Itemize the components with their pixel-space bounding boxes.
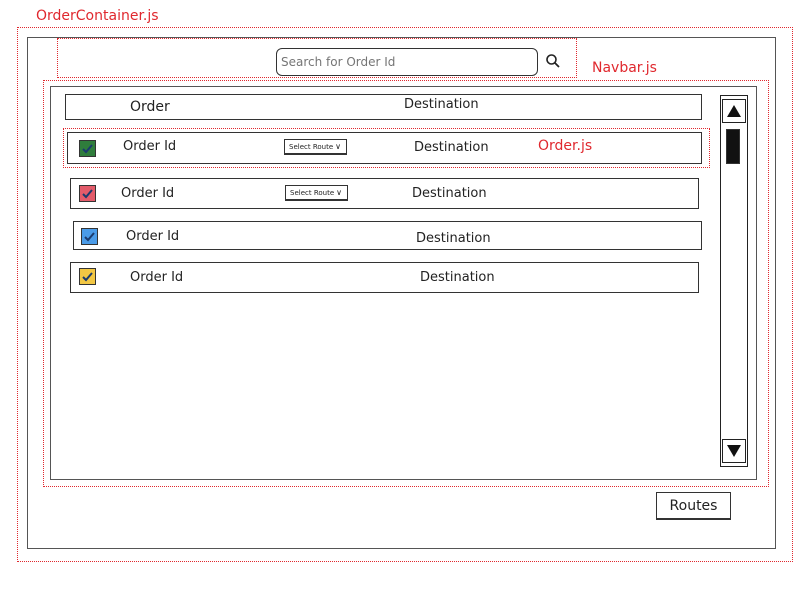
route-select[interactable]: Select Route ∨: [284, 139, 347, 155]
search-input[interactable]: [276, 48, 538, 76]
header-destination: Destination: [404, 97, 479, 112]
chevron-down-icon: ∨: [335, 142, 341, 151]
order-annotation: Order.js: [538, 138, 593, 154]
arrow-down-icon: [727, 445, 741, 457]
route-select[interactable]: Select Route ∨: [285, 185, 348, 201]
scrollbar[interactable]: [720, 95, 748, 467]
order-id: Order Id: [130, 270, 184, 285]
order-id: Order Id: [123, 139, 177, 154]
route-select-label: Select Route: [290, 188, 335, 197]
table-row[interactable]: Order Id Destination: [70, 262, 699, 293]
scroll-up-button[interactable]: [722, 99, 746, 123]
route-select-label: Select Route: [289, 142, 334, 151]
order-destination: Destination: [414, 140, 489, 155]
order-destination: Destination: [412, 186, 487, 201]
row-checkbox[interactable]: [79, 185, 96, 202]
table-row[interactable]: Order Id Select Route ∨ Destination: [70, 178, 699, 209]
order-destination: Destination: [420, 270, 495, 285]
order-container-annotation: OrderContainer.js: [36, 8, 159, 24]
navbar-annotation: Navbar.js: [592, 60, 657, 76]
arrow-up-icon: [727, 105, 741, 117]
scroll-thumb[interactable]: [726, 129, 740, 164]
row-checkbox[interactable]: [81, 228, 98, 245]
order-id: Order Id: [121, 186, 175, 201]
order-destination: Destination: [416, 231, 491, 246]
row-checkbox[interactable]: [79, 268, 96, 285]
row-checkbox[interactable]: [79, 140, 96, 157]
table-row[interactable]: Order Id Destination: [73, 221, 702, 250]
scroll-down-button[interactable]: [722, 439, 746, 463]
search-icon[interactable]: [545, 53, 561, 69]
chevron-down-icon: ∨: [336, 188, 342, 197]
table-header: Order Destination: [65, 94, 702, 120]
table-row[interactable]: Order Id Select Route ∨ Destination: [67, 132, 702, 164]
order-id: Order Id: [126, 229, 180, 244]
routes-button[interactable]: Routes: [656, 492, 731, 520]
header-order: Order: [130, 99, 170, 115]
